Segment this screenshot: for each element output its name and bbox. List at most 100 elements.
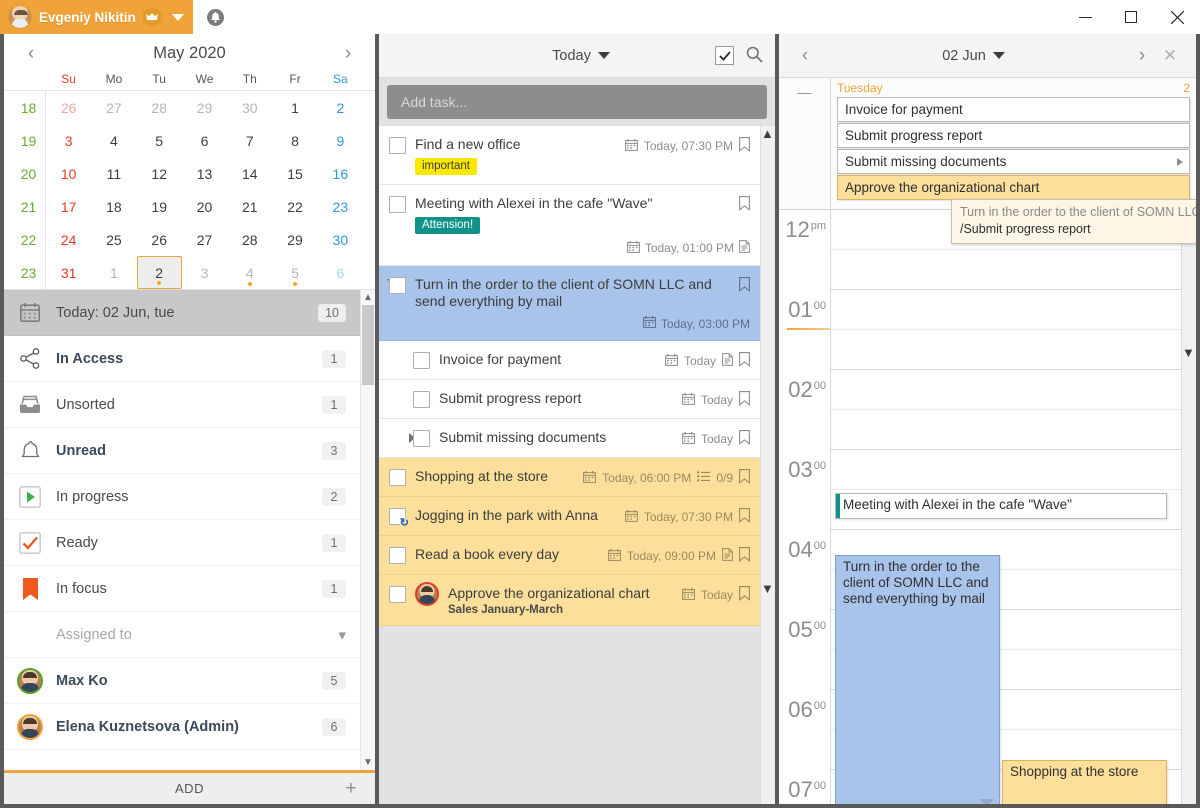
all-day-collapse-button[interactable]: — <box>779 78 831 209</box>
scrollbar-thumb[interactable] <box>362 305 374 385</box>
task-checkbox[interactable] <box>389 196 406 213</box>
task-checkbox[interactable] <box>389 586 406 603</box>
calendar-day-27[interactable]: 27 <box>182 223 227 256</box>
task-checkbox[interactable] <box>389 547 406 564</box>
add-list-button[interactable]: ADD + <box>4 770 375 804</box>
day-view-close-button[interactable]: ✕ <box>1156 46 1184 66</box>
bookmark-icon[interactable] <box>739 352 750 370</box>
task-filter-dropdown[interactable]: Today <box>391 48 715 64</box>
caret-down-icon[interactable] <box>172 14 184 21</box>
calendar-day-27[interactable]: 27 <box>91 91 136 124</box>
bookmark-icon[interactable] <box>739 196 750 214</box>
notifications-button[interactable] <box>193 0 239 34</box>
calendar-day-5[interactable]: 5 <box>272 256 317 289</box>
task-checkbox[interactable] <box>413 391 430 408</box>
calendar-day-4[interactable]: 4 <box>227 256 272 289</box>
calendar-day-3[interactable]: 3 <box>182 256 227 289</box>
calendar-day-30[interactable]: 30 <box>318 223 363 256</box>
hour-slot[interactable] <box>831 450 1181 490</box>
search-icon[interactable] <box>746 46 763 66</box>
calendar-day-5[interactable]: 5 <box>137 124 182 157</box>
task-row[interactable]: Jogging in the park with AnnaToday, 07:3… <box>379 497 760 536</box>
calendar-day-9[interactable]: 9 <box>318 124 363 157</box>
calendar-day-31[interactable]: 31 <box>46 256 91 289</box>
task-row[interactable]: Shopping at the storeToday, 06:00 PM0/9 <box>379 458 760 497</box>
day-next-button[interactable]: › <box>1128 45 1156 67</box>
sidebar-item-in-progress[interactable]: In progress2 <box>4 474 360 520</box>
hour-slot[interactable] <box>831 370 1181 410</box>
calendar-day-20[interactable]: 20 <box>182 190 227 223</box>
resize-handle[interactable] <box>980 799 994 804</box>
calendar-day-26[interactable]: 26 <box>46 91 91 124</box>
sidebar-item-unsorted[interactable]: Unsorted1 <box>4 382 360 428</box>
bookmark-icon[interactable] <box>739 547 750 565</box>
day-view-scrollbar[interactable]: ▲ ▼ <box>1181 210 1196 804</box>
calendar-day-11[interactable]: 11 <box>91 157 136 190</box>
calendar-day-29[interactable]: 29 <box>182 91 227 124</box>
scrollbar-track[interactable] <box>361 305 375 755</box>
minimize-button[interactable] <box>1062 0 1108 34</box>
task-row[interactable]: Turn in the order to the client of SOMN … <box>379 266 760 341</box>
task-row[interactable]: Submit missing documentsToday <box>379 419 760 458</box>
calendar-day-10[interactable]: 10 <box>46 157 91 190</box>
bookmark-icon[interactable] <box>739 137 750 155</box>
calendar-day-28[interactable]: 28 <box>227 223 272 256</box>
calendar-event[interactable]: Shopping at the store <box>1002 760 1167 804</box>
calendar-next-button[interactable]: › <box>335 44 361 63</box>
calendar-day-2[interactable]: 2 <box>137 256 182 289</box>
scrollbar-track[interactable] <box>761 141 775 581</box>
sidebar-group-assigned-to[interactable]: Assigned to▾ <box>4 612 360 658</box>
task-list-scrollbar[interactable]: ▲ ▼ <box>760 126 775 804</box>
sidebar-item-unread[interactable]: Unread3 <box>4 428 360 474</box>
calendar-day-1[interactable]: 1 <box>272 91 317 124</box>
sidebar-item-today-02-jun-tue[interactable]: Today: 02 Jun, tue10 <box>4 290 360 336</box>
calendar-day-19[interactable]: 19 <box>137 190 182 223</box>
all-day-event[interactable]: Approve the organizational chart <box>837 175 1190 200</box>
task-row[interactable]: Read a book every dayToday, 09:00 PM <box>379 536 760 575</box>
maximize-button[interactable] <box>1108 0 1154 34</box>
bookmark-icon[interactable] <box>739 469 750 487</box>
task-row[interactable]: Invoice for paymentToday <box>379 341 760 380</box>
hour-slot[interactable] <box>831 330 1181 370</box>
expand-caret-icon[interactable] <box>1177 158 1183 166</box>
sidebar-assignee-max-ko[interactable]: Max Ko5 <box>4 658 360 704</box>
calendar-day-16[interactable]: 16 <box>318 157 363 190</box>
task-row[interactable]: Approve the organizational chartSales Ja… <box>379 575 760 626</box>
calendar-day-15[interactable]: 15 <box>272 157 317 190</box>
sidebar-item-in-focus[interactable]: In focus1 <box>4 566 360 612</box>
calendar-day-4[interactable]: 4 <box>91 124 136 157</box>
task-checkbox[interactable] <box>413 430 430 447</box>
all-day-event[interactable]: Submit missing documents <box>837 149 1190 174</box>
task-row[interactable]: Submit progress reportToday <box>379 380 760 419</box>
sidebar-assignee-elena-kuznetsova-admin[interactable]: Elena Kuznetsova (Admin)6 <box>4 704 360 750</box>
calendar-day-28[interactable]: 28 <box>137 91 182 124</box>
bookmark-icon[interactable] <box>739 430 750 448</box>
scroll-up-icon[interactable]: ▲ <box>361 290 375 305</box>
task-checkbox[interactable] <box>389 508 406 525</box>
scrollbar-thumb[interactable] <box>761 141 775 581</box>
scroll-down-icon[interactable]: ▼ <box>361 755 375 770</box>
task-row[interactable]: Find a new officeimportantToday, 07:30 P… <box>379 126 760 185</box>
calendar-day-3[interactable]: 3 <box>46 124 91 157</box>
task-checkbox[interactable] <box>413 352 430 369</box>
hour-slot[interactable] <box>831 410 1181 450</box>
task-tag[interactable]: important <box>415 158 477 175</box>
bookmark-icon[interactable] <box>739 508 750 526</box>
calendar-event[interactable]: Turn in the order to the client of SOMN … <box>835 555 1000 804</box>
calendar-day-17[interactable]: 17 <box>46 190 91 223</box>
select-all-checkbox[interactable] <box>715 46 734 65</box>
bookmark-icon[interactable] <box>739 391 750 409</box>
scroll-up-icon[interactable]: ▲ <box>761 126 775 141</box>
calendar-day-22[interactable]: 22 <box>272 190 317 223</box>
all-day-event[interactable]: Invoice for payment <box>837 97 1190 122</box>
calendar-day-21[interactable]: 21 <box>227 190 272 223</box>
calendar-prev-button[interactable]: ‹ <box>18 44 44 63</box>
hour-slot[interactable] <box>831 290 1181 330</box>
user-profile-button[interactable]: Evgeniy Nikitin <box>0 0 193 34</box>
calendar-day-25[interactable]: 25 <box>91 223 136 256</box>
calendar-day-7[interactable]: 7 <box>227 124 272 157</box>
task-checkbox[interactable] <box>389 277 406 294</box>
calendar-day-14[interactable]: 14 <box>227 157 272 190</box>
calendar-day-12[interactable]: 12 <box>137 157 182 190</box>
task-tag[interactable]: Attension! <box>415 217 480 234</box>
